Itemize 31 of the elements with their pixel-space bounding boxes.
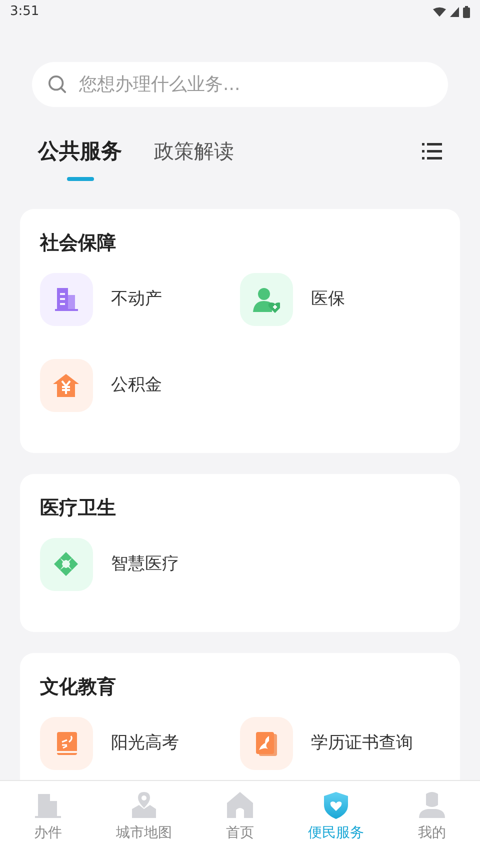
signal-icon	[450, 7, 459, 17]
tab[interactable]: 公共服务	[38, 135, 122, 181]
nav-tab[interactable]: 城市地图	[96, 781, 192, 853]
search-field[interactable]: 您想办理什么业务...	[32, 62, 448, 107]
service-link[interactable]: 公积金	[111, 372, 162, 398]
map-pin-icon	[130, 791, 158, 819]
nav-tab[interactable]: 我的	[384, 781, 480, 853]
service-link[interactable]: 医保	[311, 286, 345, 312]
battery-icon	[463, 6, 470, 18]
section-title: 医疗卫生	[40, 496, 117, 521]
building-icon	[34, 791, 62, 819]
building-icon	[53, 286, 80, 313]
person-heart-icon	[253, 286, 280, 313]
wifi-icon	[433, 7, 446, 17]
service-link[interactable]: 学历证书查询	[311, 730, 413, 756]
shield-heart-icon	[322, 791, 350, 819]
nav-tab[interactable]: 办件	[0, 781, 96, 853]
nav-tab[interactable]: 首页	[192, 781, 288, 853]
service-link[interactable]: 智慧医疗	[111, 552, 179, 578]
person-icon	[418, 791, 446, 819]
service-link[interactable]: 阳光高考	[111, 730, 179, 756]
section-title: 文化教育	[40, 675, 117, 700]
service-link[interactable]: 不动产	[111, 286, 162, 312]
status-time: 3:51	[10, 3, 40, 22]
certificate-bird-icon	[253, 730, 280, 757]
section-title: 社会保障	[40, 231, 117, 256]
house-yen-icon	[53, 372, 80, 399]
medical-cross-icon	[53, 551, 80, 578]
menu-icon[interactable]	[422, 143, 442, 160]
tab[interactable]: 政策解读	[154, 135, 234, 181]
home-icon	[226, 791, 254, 819]
